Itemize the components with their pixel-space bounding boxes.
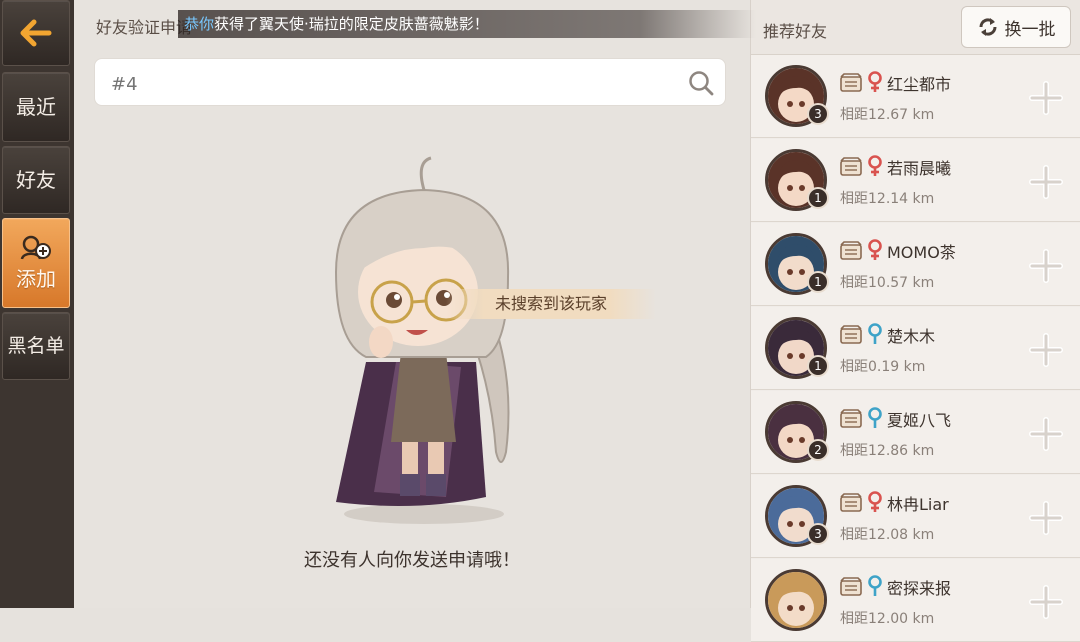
avatar-image xyxy=(768,572,824,628)
sidebar-item-label: 添加 xyxy=(16,266,56,291)
user-distance: 相距12.86 km xyxy=(840,443,935,459)
avatar[interactable] xyxy=(765,569,827,631)
rank-icon xyxy=(840,409,862,428)
sidebar-item-label: 黑名单 xyxy=(7,335,65,357)
add-friend-button[interactable] xyxy=(1029,585,1063,619)
mascot-illustration xyxy=(334,156,510,524)
user-name: 红尘都市 xyxy=(887,75,952,94)
main-panel: 好友验证申请 #4 未搜索到该玩家 还没有人向你发送申请哦！ xyxy=(74,0,750,608)
empty-message: 还没有人向你发送申请哦！ xyxy=(304,550,520,571)
level-badge: 3 xyxy=(807,523,829,545)
male-icon xyxy=(868,575,882,596)
sidebar-item-label: 最近 xyxy=(16,95,56,119)
list-item[interactable]: 1 楚木木 相距0.19 km xyxy=(751,307,1080,390)
add-friend-button[interactable] xyxy=(1029,165,1063,199)
sidebar-item-add[interactable]: 添加 xyxy=(2,218,70,308)
add-friend-button[interactable] xyxy=(1029,501,1063,535)
user-distance: 相距12.08 km xyxy=(840,527,935,543)
user-name: 夏姬八飞 xyxy=(887,411,952,430)
user-distance: 相距10.57 km xyxy=(840,275,935,291)
user-name: MOMO茶 xyxy=(887,243,956,262)
sidebar-item-label: 好友 xyxy=(16,168,56,192)
list-item[interactable]: 1 若雨晨曦 相距12.14 km xyxy=(751,139,1080,222)
refresh-icon xyxy=(978,18,997,36)
level-badge: 1 xyxy=(807,355,829,377)
rank-icon xyxy=(840,73,862,92)
user-distance: 相距12.00 km xyxy=(840,611,935,627)
sidebar: 最近 好友 添加 黑名单 xyxy=(0,0,74,608)
recommend-list: 3 红尘都市 相距12.67 km 1 若雨晨曦 相距12.14 km 1 MO… xyxy=(751,55,1080,642)
search-result-tip: 未搜索到该玩家 xyxy=(446,289,656,319)
announcement-banner: 恭你获得了翼天使·瑞拉的限定皮肤蔷薇魅影！ xyxy=(178,10,756,38)
recommend-header: 推荐好友 换一批 xyxy=(751,0,1080,55)
search-input[interactable] xyxy=(109,69,673,99)
sidebar-item-recent[interactable]: 最近 xyxy=(2,72,70,142)
back-arrow-icon xyxy=(20,19,52,47)
back-button[interactable] xyxy=(2,0,70,66)
rank-icon xyxy=(840,241,862,260)
female-icon xyxy=(868,155,882,176)
recommend-title: 推荐好友 xyxy=(763,22,828,41)
sidebar-item-blacklist[interactable]: 黑名单 xyxy=(2,312,70,380)
search-box[interactable] xyxy=(94,58,726,106)
female-icon xyxy=(868,71,882,92)
list-item[interactable]: 2 夏姬八飞 相距12.86 km xyxy=(751,391,1080,474)
level-badge: 2 xyxy=(807,439,829,461)
add-friend-button[interactable] xyxy=(1029,81,1063,115)
rank-icon xyxy=(840,577,862,596)
announcement-prefix: 恭你 xyxy=(184,15,215,33)
add-friend-button[interactable] xyxy=(1029,333,1063,367)
refresh-button[interactable]: 换一批 xyxy=(961,6,1071,48)
list-item[interactable]: 1 MOMO茶 相距10.57 km xyxy=(751,223,1080,306)
add-friend-button[interactable] xyxy=(1029,417,1063,451)
refresh-label: 换一批 xyxy=(1004,19,1056,40)
announcement-text: 获得了翼天使·瑞拉的限定皮肤蔷薇魅影！ xyxy=(214,15,489,33)
rank-icon xyxy=(840,325,862,344)
search-icon[interactable] xyxy=(687,69,715,97)
rank-icon xyxy=(840,493,862,512)
list-item[interactable]: 3 红尘都市 相距12.67 km xyxy=(751,55,1080,138)
user-distance: 相距12.67 km xyxy=(840,107,935,123)
male-icon xyxy=(868,407,882,428)
sidebar-item-friends[interactable]: 好友 xyxy=(2,146,70,214)
list-item[interactable]: 3 林冉Liar 相距12.08 km xyxy=(751,475,1080,558)
female-icon xyxy=(868,239,882,260)
add-friend-icon xyxy=(20,235,51,259)
user-name: 楚木木 xyxy=(887,327,936,346)
rank-icon xyxy=(840,157,862,176)
level-badge: 3 xyxy=(807,103,829,125)
female-icon xyxy=(868,491,882,512)
list-item[interactable]: 密探来报 相距12.00 km xyxy=(751,559,1080,642)
user-distance: 相距12.14 km xyxy=(840,191,935,207)
recommend-panel: 推荐好友 换一批 3 红尘都市 相距12.67 km 1 若雨晨曦 相距12.1… xyxy=(750,0,1080,642)
male-icon xyxy=(868,323,882,344)
add-friend-button[interactable] xyxy=(1029,249,1063,283)
level-badge: 1 xyxy=(807,271,829,293)
level-badge: 1 xyxy=(807,187,829,209)
user-name: 若雨晨曦 xyxy=(887,159,952,178)
user-name: 林冉Liar xyxy=(887,495,949,514)
user-name: 密探来报 xyxy=(887,579,952,598)
user-distance: 相距0.19 km xyxy=(840,359,926,375)
